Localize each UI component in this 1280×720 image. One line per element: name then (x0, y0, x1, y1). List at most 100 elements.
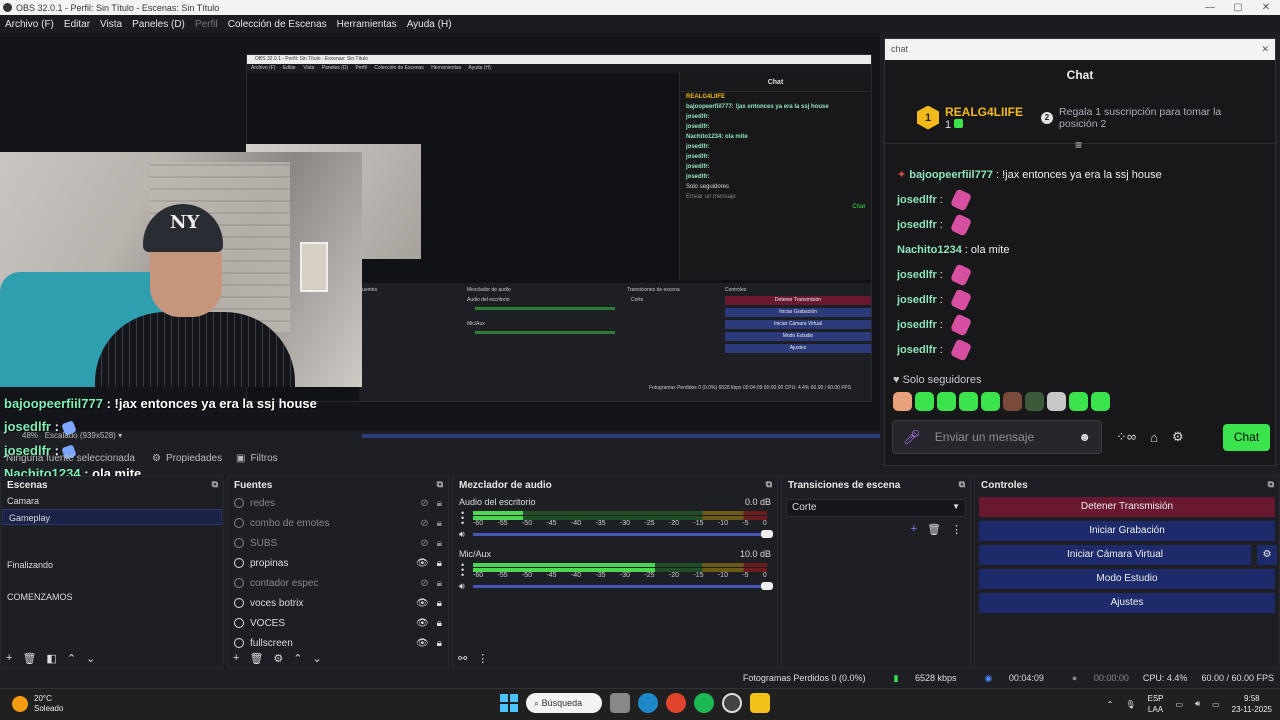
studio-mode-button[interactable]: Modo Estudio (979, 569, 1275, 589)
scene-item[interactable] (1, 525, 223, 541)
scene-item[interactable] (1, 573, 223, 589)
edge-icon[interactable] (638, 693, 658, 713)
emote-icon[interactable] (1047, 392, 1066, 411)
emoji-icon[interactable]: ☻ (1078, 430, 1091, 444)
menu-perfil[interactable]: Perfil (195, 19, 218, 30)
emote-icon[interactable] (893, 392, 912, 411)
chat-send-button[interactable]: Chat (1223, 423, 1270, 451)
dock-undock-icon[interactable]: ⧉ (766, 479, 772, 490)
move-down-icon[interactable]: ⌄ (313, 652, 322, 665)
dock-undock-icon[interactable]: ⧉ (1268, 479, 1274, 490)
add-source-icon[interactable]: + (233, 652, 239, 665)
properties-button[interactable]: ⚙ Propiedades (152, 453, 222, 464)
chat-username[interactable]: josedlfr (897, 269, 937, 281)
volume-slider-handle[interactable] (761, 582, 773, 590)
points-icon[interactable]: ⁘∞ (1116, 429, 1136, 445)
start-recording-button[interactable]: Iniciar Grabación (979, 521, 1275, 541)
emote-icon[interactable] (1091, 392, 1110, 411)
scene-item[interactable]: Gameplay (2, 509, 222, 525)
chat-username[interactable]: josedlfr (897, 344, 937, 356)
windows-start-icon[interactable] (500, 694, 518, 712)
source-item[interactable]: propinas 👁︎ 🔒︎ (228, 553, 448, 573)
lock-icon[interactable]: 🔒︎ (437, 598, 442, 609)
lock-icon[interactable]: 🔒︎ (437, 498, 442, 509)
add-transition-icon[interactable]: + (911, 523, 917, 536)
start-virtual-camera-button[interactable]: Iniciar Cámara Virtual ⚙ (979, 545, 1277, 565)
chat-message-input[interactable]: 🎤︎ Enviar un mensaje ☻ (892, 420, 1102, 454)
emote-icon[interactable] (915, 392, 934, 411)
expand-leaderboard-icon[interactable]: ≡ (1075, 138, 1082, 152)
speaker-icon[interactable]: 🔊︎ (459, 529, 465, 540)
lock-icon[interactable]: 🔒︎ (437, 558, 442, 569)
eye-icon[interactable]: 👁︎ (416, 618, 429, 629)
menu-paneles[interactable]: Paneles (D) (132, 19, 185, 30)
speaker-icon[interactable]: 🔊︎ (459, 581, 465, 592)
eye-hidden-icon[interactable]: ⊘ (420, 498, 428, 509)
move-up-icon[interactable]: ⌃ (67, 652, 76, 665)
maximize-button[interactable]: ▢ (1224, 2, 1252, 13)
transition-select[interactable]: Corte ▼ (786, 499, 966, 517)
dock-undock-icon[interactable]: ⧉ (437, 479, 443, 490)
eye-hidden-icon[interactable]: ⊘ (420, 578, 428, 589)
file-explorer-icon[interactable] (610, 693, 630, 713)
chat-username[interactable]: josedlfr (897, 294, 937, 306)
transition-menu-icon[interactable]: ⋮ (951, 523, 962, 536)
minimize-button[interactable]: — (1196, 2, 1224, 13)
chat-username[interactable]: Nachito1234 (897, 244, 962, 256)
dock-undock-icon[interactable]: ⧉ (212, 479, 218, 490)
chat-username[interactable]: bajoopeerfiil777 (909, 169, 993, 181)
source-item[interactable]: redes ⊘ 🔒︎ (228, 493, 448, 513)
mixer-link-icon[interactable]: ⚯ (458, 652, 467, 665)
taskbar-search[interactable]: ⌕ Búsqueda (526, 693, 602, 713)
eye-hidden-icon[interactable]: ⊘ (420, 518, 428, 529)
language-indicator[interactable]: ESP LAA (1147, 693, 1163, 715)
eye-icon[interactable]: 👁︎ (416, 598, 429, 609)
leader-info[interactable]: REALG4LIIFE 1 (939, 105, 1023, 131)
zoom-level[interactable]: 48% Escalado (939x528) ▾ (22, 431, 122, 440)
delete-transition-icon[interactable]: 🗑︎ (927, 523, 941, 536)
chat-username[interactable]: josedlfr (897, 219, 937, 231)
stop-streaming-button[interactable]: Detener Transmisión (979, 497, 1275, 517)
settings-button[interactable]: Ajustes (979, 593, 1275, 613)
eye-hidden-icon[interactable]: ⊘ (420, 538, 428, 549)
source-item[interactable]: fullscreen 👁︎ 🔒︎ (228, 633, 448, 653)
delete-source-icon[interactable]: 🗑︎ (249, 652, 263, 665)
volume-slider[interactable] (473, 582, 773, 590)
menu-archivo[interactable]: Archivo (F) (5, 19, 54, 30)
source-settings-icon[interactable]: ⚙ (273, 652, 283, 665)
menu-vista[interactable]: Vista (100, 19, 122, 30)
battery-icon[interactable]: ▭ (1212, 700, 1220, 709)
dock-undock-icon[interactable]: ⧉ (959, 479, 965, 490)
move-down-icon[interactable]: ⌄ (86, 652, 95, 665)
network-icon[interactable]: ▭ (1176, 700, 1184, 709)
mic-icon[interactable]: 🎤︎ (903, 429, 921, 446)
source-item[interactable]: voces botrix 👁︎ 🔒︎ (228, 593, 448, 613)
volume-icon[interactable]: 🔊︎ (1195, 699, 1200, 709)
move-up-icon[interactable]: ⌃ (293, 652, 302, 665)
mixer-menu-icon[interactable]: ⋮ (477, 652, 488, 665)
preview-scrollbar[interactable] (362, 434, 880, 438)
emote-icon[interactable] (959, 392, 978, 411)
lock-icon[interactable]: 🔒︎ (437, 618, 442, 629)
obs-taskbar-icon[interactable] (722, 693, 742, 713)
scene-item[interactable] (1, 541, 223, 557)
emote-icon[interactable] (1069, 392, 1088, 411)
emote-icon[interactable] (937, 392, 956, 411)
close-button[interactable]: ✕ (1252, 2, 1280, 13)
app-icon[interactable] (750, 693, 770, 713)
scene-filter-icon[interactable]: ◧ (46, 652, 56, 665)
virtual-camera-settings-icon[interactable]: ⚙ (1257, 545, 1277, 565)
tray-overflow-icon[interactable]: ⌃ (1107, 700, 1114, 709)
chrome-icon[interactable] (666, 693, 686, 713)
lock-icon[interactable]: 🔒︎ (437, 638, 442, 649)
microphone-icon[interactable]: 🎙︎ (1125, 700, 1135, 709)
source-item[interactable]: VOCES 👁︎ 🔒︎ (228, 613, 448, 633)
menu-ayuda[interactable]: Ayuda (H) (407, 19, 452, 30)
source-item[interactable]: contador espec ⊘ 🔒︎ (228, 573, 448, 593)
lock-icon[interactable]: 🔒︎ (437, 578, 442, 589)
weather-widget[interactable]: 20°C Soleado (12, 694, 63, 714)
store-icon[interactable]: ⌂ (1150, 430, 1158, 445)
scene-item[interactable]: COMENZAMOS (1, 589, 223, 605)
clock[interactable]: 9:58 23-11-2025 (1232, 693, 1272, 715)
menu-editar[interactable]: Editar (64, 19, 90, 30)
